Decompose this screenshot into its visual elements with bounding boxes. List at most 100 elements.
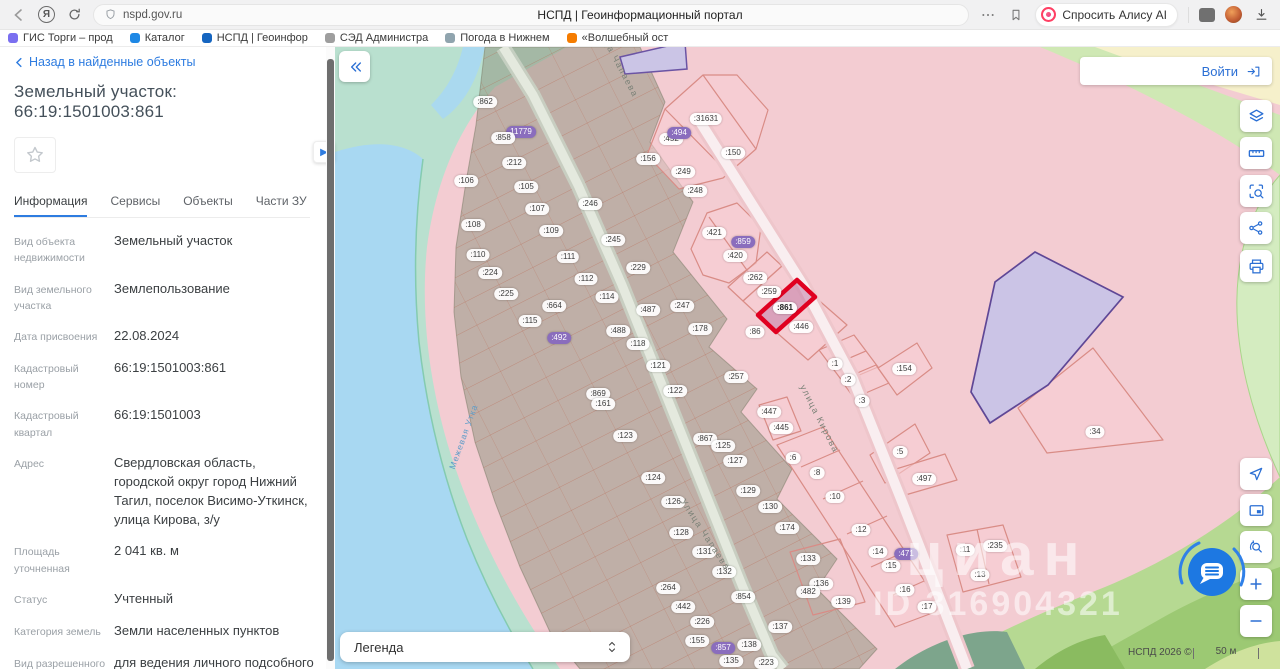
- share-button[interactable]: [1240, 212, 1272, 244]
- parcel-label[interactable]: :262: [743, 272, 767, 284]
- parcel-label[interactable]: :15: [881, 560, 901, 572]
- parcel-label[interactable]: :235: [983, 540, 1007, 552]
- layers-button[interactable]: [1240, 100, 1272, 132]
- parcel-label[interactable]: :108: [461, 219, 485, 231]
- parcel-label[interactable]: :135: [719, 655, 743, 667]
- parcel-label[interactable]: :17: [917, 601, 937, 613]
- parcel-label[interactable]: :105: [514, 181, 538, 193]
- refresh-icon[interactable]: [65, 6, 83, 24]
- parcel-label[interactable]: :471: [894, 548, 918, 560]
- parcel-label[interactable]: :127: [723, 455, 747, 467]
- parcel-label[interactable]: :8: [809, 467, 825, 479]
- parcel-label[interactable]: :14: [868, 546, 888, 558]
- parcel-label[interactable]: :11: [955, 544, 975, 556]
- parcel-label[interactable]: :138: [737, 639, 761, 651]
- parcel-label[interactable]: :31631: [689, 113, 723, 125]
- parcel-label[interactable]: :246: [578, 198, 602, 210]
- parcel-label[interactable]: :225: [494, 288, 518, 300]
- parcel-label[interactable]: :229: [626, 262, 650, 274]
- back-icon[interactable]: [10, 6, 28, 24]
- parcel-label[interactable]: :86: [745, 326, 765, 338]
- parcel-label[interactable]: :248: [683, 185, 707, 197]
- parcel-label[interactable]: :245: [601, 234, 625, 246]
- parcel-label[interactable]: :492: [547, 332, 571, 344]
- parcel-label[interactable]: :862: [473, 96, 497, 108]
- measure-button[interactable]: [1240, 137, 1272, 169]
- parcel-label[interactable]: :421: [702, 227, 726, 239]
- parcel-label[interactable]: :442: [671, 601, 695, 613]
- parcel-label[interactable]: :664: [542, 300, 566, 312]
- parcel-label[interactable]: :161: [591, 398, 615, 410]
- parcel-label[interactable]: :16: [895, 584, 915, 596]
- parcel-label[interactable]: :13: [970, 569, 990, 581]
- parcel-label[interactable]: :857: [711, 642, 735, 654]
- parcel-label[interactable]: :122: [663, 385, 687, 397]
- sidebar-panels-icon[interactable]: [1199, 7, 1215, 22]
- parcel-label[interactable]: :259: [757, 286, 781, 298]
- parcel-label[interactable]: :154: [892, 363, 916, 375]
- parcel-label[interactable]: :249: [671, 166, 695, 178]
- back-to-results-link[interactable]: Назад в найденные объекты: [14, 55, 315, 69]
- parcel-label[interactable]: :446: [789, 321, 813, 333]
- parcel-label[interactable]: :226: [690, 616, 714, 628]
- parcel-label[interactable]: :482: [796, 586, 820, 598]
- parcel-label[interactable]: :497: [912, 473, 936, 485]
- area-search-button[interactable]: [1240, 175, 1272, 207]
- tab-Сервисы[interactable]: Сервисы: [110, 190, 160, 217]
- parcel-label[interactable]: :130: [758, 501, 782, 513]
- bookmark-item[interactable]: НСПД | Геоинфор: [201, 32, 308, 44]
- parcel-label[interactable]: :174: [775, 522, 799, 534]
- parcel-label[interactable]: :123: [613, 430, 637, 442]
- bookmark-flag-icon[interactable]: [1007, 6, 1025, 24]
- tab-Информация[interactable]: Информация: [14, 190, 88, 217]
- parcel-label[interactable]: :111: [556, 251, 580, 263]
- parcel-label[interactable]: :34: [1085, 426, 1105, 438]
- legend-dropdown[interactable]: Легенда: [340, 632, 630, 662]
- parcel-label[interactable]: :247: [670, 300, 694, 312]
- geolocation-button[interactable]: [1240, 458, 1272, 490]
- parcel-label[interactable]: :223: [754, 657, 778, 669]
- parcel-label[interactable]: :445: [769, 422, 793, 434]
- parcel-label[interactable]: :2: [840, 374, 856, 386]
- parcel-label[interactable]: :124: [641, 472, 665, 484]
- parcel-label[interactable]: :488: [606, 325, 630, 337]
- parcel-label[interactable]: :264: [656, 582, 680, 594]
- parcel-label[interactable]: :5: [892, 446, 908, 458]
- parcel-label[interactable]: :110: [466, 249, 490, 261]
- login-button[interactable]: Войти: [1080, 57, 1272, 85]
- parcel-label[interactable]: :106: [454, 175, 478, 187]
- parcel-label[interactable]: :121: [646, 360, 670, 372]
- parcel-label[interactable]: :447: [757, 406, 781, 418]
- bookmark-item[interactable]: Каталог: [129, 32, 185, 44]
- parcel-label[interactable]: :109: [539, 225, 563, 237]
- tab-Части ЗУ[interactable]: Части ЗУ: [256, 190, 307, 217]
- bookmark-item[interactable]: «Волшебный ост: [566, 32, 668, 44]
- tab-Объекты[interactable]: Объекты: [183, 190, 233, 217]
- ask-alice-button[interactable]: Спросить Алису AI: [1035, 2, 1178, 27]
- parcel-label[interactable]: :257: [724, 371, 748, 383]
- collapse-panel-button[interactable]: [339, 51, 370, 82]
- chat-widget-button[interactable]: [1174, 534, 1250, 610]
- parcel-label[interactable]: :12: [851, 524, 871, 536]
- profile-avatar[interactable]: [1225, 6, 1242, 23]
- parcel-label[interactable]: :6: [785, 452, 801, 464]
- more-menu-icon[interactable]: [979, 6, 997, 24]
- parcel-label[interactable]: :859: [731, 236, 755, 248]
- parcel-label[interactable]: :118: [626, 338, 650, 350]
- downloads-icon[interactable]: [1252, 6, 1270, 24]
- scrollbar-thumb[interactable]: [327, 59, 334, 661]
- parcel-label[interactable]: :137: [768, 621, 792, 633]
- parcel-label[interactable]: :1: [827, 358, 843, 370]
- address-bar[interactable]: nspd.gov.ru: [93, 3, 970, 26]
- parcel-label[interactable]: :125: [711, 440, 735, 452]
- parcel-label[interactable]: :114: [595, 291, 619, 303]
- print-button[interactable]: [1240, 250, 1272, 282]
- parcel-label[interactable]: :487: [636, 304, 660, 316]
- parcel-label[interactable]: :10: [825, 491, 845, 503]
- parcel-label[interactable]: :178: [688, 323, 712, 335]
- parcel-label[interactable]: :150: [721, 147, 745, 159]
- minimap-button[interactable]: [1240, 494, 1272, 526]
- parcel-label[interactable]: :128: [669, 527, 693, 539]
- selected-parcel-label[interactable]: :861: [772, 302, 798, 314]
- favorite-button[interactable]: [14, 137, 56, 173]
